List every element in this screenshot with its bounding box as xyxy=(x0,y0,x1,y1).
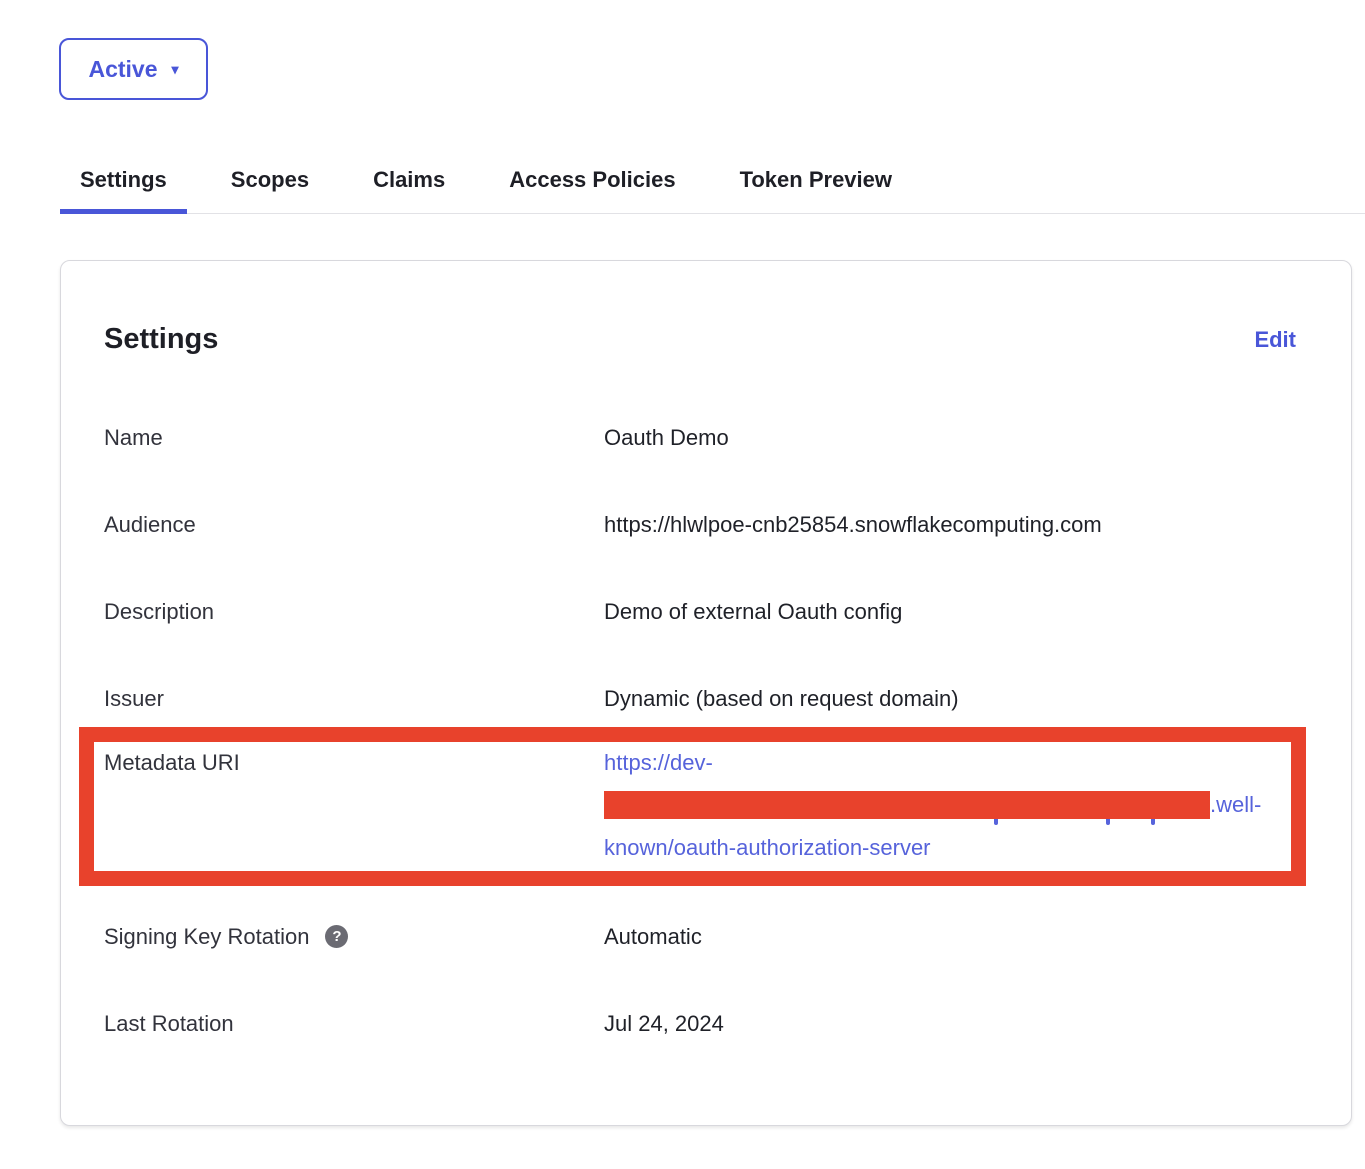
field-row-description: Description Demo of external Oauth confi… xyxy=(104,598,1296,625)
tab-label: Access Policies xyxy=(509,167,675,192)
edit-link[interactable]: Edit xyxy=(1254,327,1296,353)
status-dropdown-button[interactable]: Active ▾ xyxy=(59,38,208,100)
tab-bar: Settings Scopes Claims Access Policies T… xyxy=(60,152,1365,214)
metadata-uri-link-suffix[interactable]: .well- xyxy=(1210,791,1261,819)
field-value: Oauth Demo xyxy=(604,424,1296,451)
redaction-bar xyxy=(604,791,1210,819)
field-row-issuer: Issuer Dynamic (based on request domain) xyxy=(104,685,1296,712)
tab-label: Claims xyxy=(373,167,445,192)
field-label: Last Rotation xyxy=(104,1010,604,1037)
metadata-uri-link-line3[interactable]: known/oauth-authorization-server xyxy=(604,834,1291,861)
redacted-descender xyxy=(1106,819,1110,825)
settings-card: Settings Edit Name Oauth Demo Audience h… xyxy=(60,260,1352,1126)
field-value: Automatic xyxy=(604,923,1296,950)
field-label: Signing Key Rotation xyxy=(104,923,309,950)
field-value: Dynamic (based on request domain) xyxy=(604,685,1296,712)
redacted-descender xyxy=(994,819,998,825)
tab-token-preview[interactable]: Token Preview xyxy=(720,152,912,214)
field-row-name: Name Oauth Demo xyxy=(104,424,1296,451)
chevron-down-icon: ▾ xyxy=(172,62,179,76)
redaction-bar-wrap xyxy=(604,791,1210,819)
metadata-uri-value: https://dev- .well- known/oauth-authoriz… xyxy=(604,749,1291,871)
field-label: Description xyxy=(104,598,604,625)
card-title: Settings xyxy=(104,323,218,356)
field-label: Name xyxy=(104,424,604,451)
field-value: https://hlwlpoe-cnb25854.snowflakecomput… xyxy=(604,511,1296,538)
page: Active ▾ Settings Scopes Claims Access P… xyxy=(0,0,1365,1169)
help-icon[interactable]: ? xyxy=(325,925,348,948)
field-row-last-rotation: Last Rotation Jul 24, 2024 xyxy=(104,1010,1296,1037)
tab-settings[interactable]: Settings xyxy=(60,152,187,214)
field-value: Jul 24, 2024 xyxy=(604,1010,1296,1037)
redacted-descender xyxy=(1151,819,1155,825)
field-label: Audience xyxy=(104,511,604,538)
status-dropdown-label: Active xyxy=(88,56,157,83)
annotation-highlight-box: Metadata URI https://dev- .well- known/o… xyxy=(79,727,1306,886)
field-value: Demo of external Oauth config xyxy=(604,598,1296,625)
tab-label: Token Preview xyxy=(740,167,892,192)
tab-claims[interactable]: Claims xyxy=(353,152,465,214)
tab-label: Settings xyxy=(80,167,167,192)
tab-label: Scopes xyxy=(231,167,309,192)
metadata-uri-link-line1[interactable]: https://dev- xyxy=(604,749,1291,776)
field-row-signing-key-rotation: Signing Key Rotation ? Automatic xyxy=(104,923,1296,950)
field-row-metadata-uri: Metadata URI https://dev- .well- known/o… xyxy=(94,742,1291,871)
field-row-audience: Audience https://hlwlpoe-cnb25854.snowfl… xyxy=(104,511,1296,538)
field-label: Issuer xyxy=(104,685,604,712)
tab-access-policies[interactable]: Access Policies xyxy=(489,152,695,214)
field-label: Metadata URI xyxy=(104,749,604,871)
metadata-uri-link-line2: .well- xyxy=(604,791,1291,819)
tab-scopes[interactable]: Scopes xyxy=(211,152,329,214)
